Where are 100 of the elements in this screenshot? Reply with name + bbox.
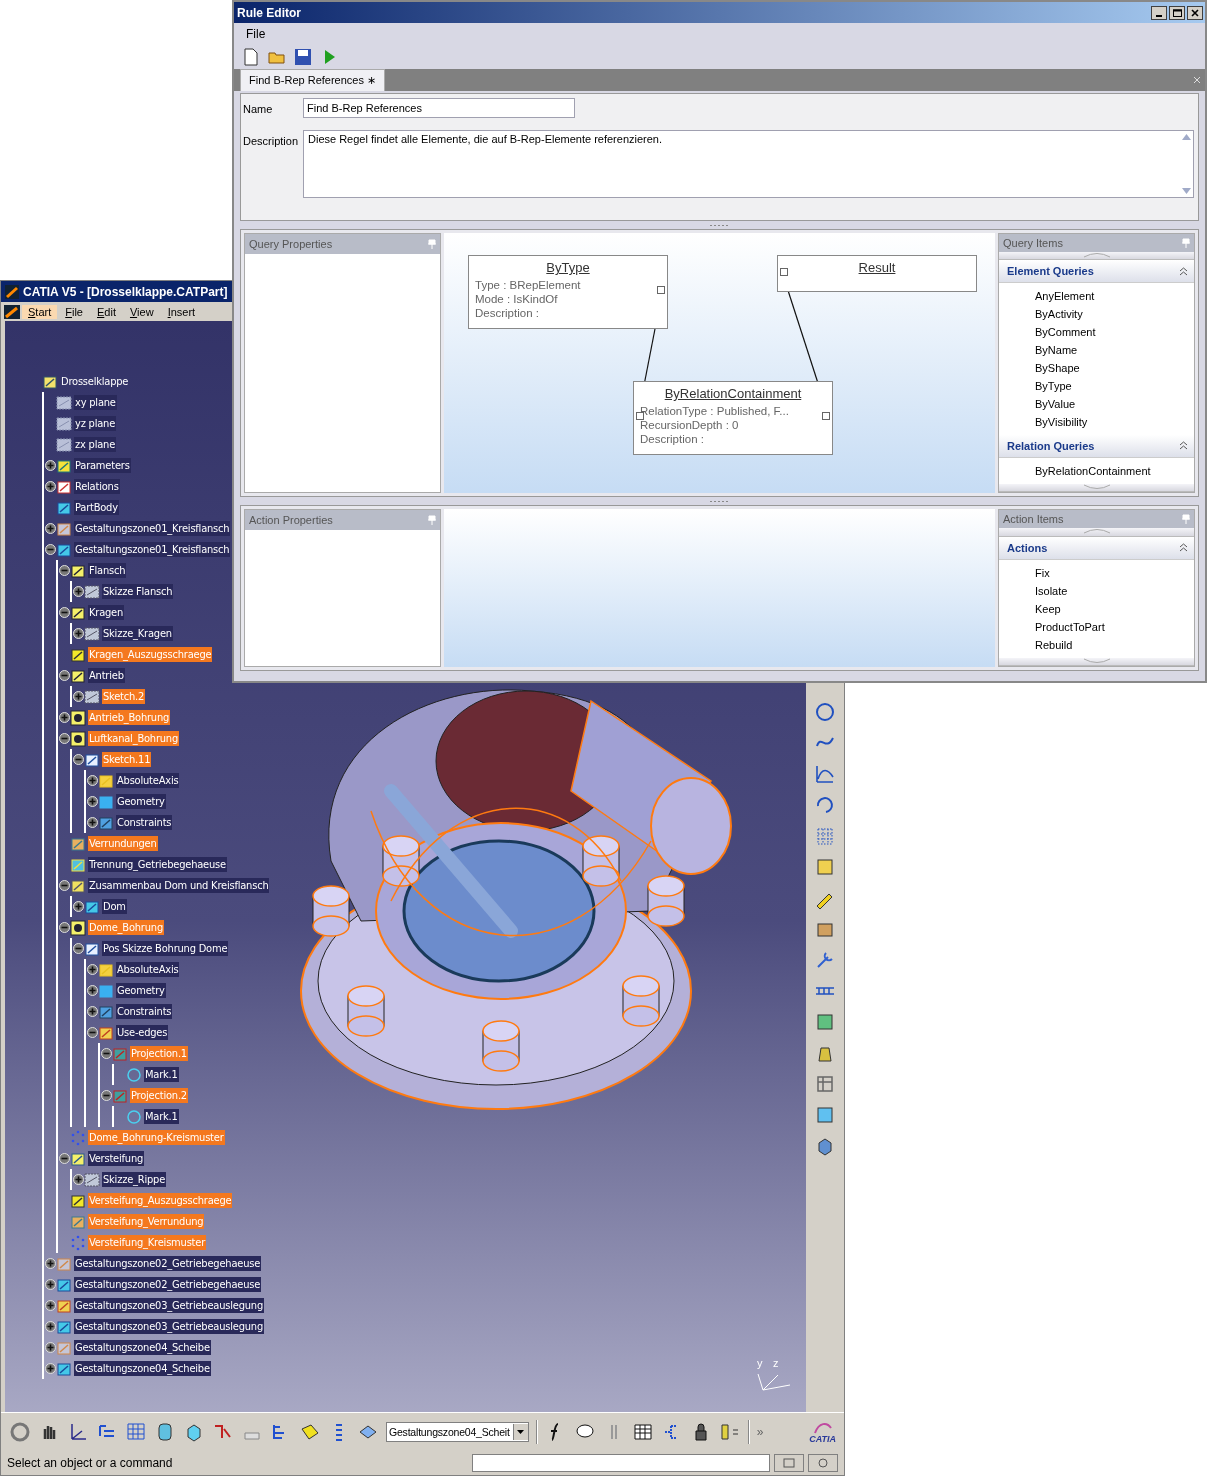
tree-item[interactable]: Relations bbox=[74, 479, 120, 494]
tree-item[interactable]: Dom bbox=[102, 899, 127, 914]
measure-icon[interactable] bbox=[814, 1011, 836, 1033]
status-button[interactable] bbox=[808, 1454, 838, 1472]
expand-toggle-icon[interactable] bbox=[72, 691, 84, 702]
palette-item[interactable]: ByActivity bbox=[1035, 305, 1194, 324]
collapse-toggle-icon[interactable] bbox=[86, 1027, 98, 1038]
tree-item[interactable]: Flansch bbox=[88, 563, 127, 578]
curve-icon[interactable] bbox=[814, 763, 836, 785]
collapse-chevron-icon[interactable] bbox=[1179, 543, 1188, 553]
tree-item[interactable]: Kragen bbox=[88, 605, 125, 620]
expand-toggle-icon[interactable] bbox=[86, 1006, 98, 1017]
scroll-grip-icon[interactable] bbox=[1081, 483, 1112, 490]
tree-item[interactable]: Mark.1 bbox=[144, 1109, 179, 1124]
connection-port[interactable] bbox=[822, 412, 830, 420]
menu-item[interactable]: Insert bbox=[161, 304, 202, 319]
tree-item[interactable]: Gestaltungszone01_Kreisflansch bbox=[74, 542, 231, 557]
swirl-icon[interactable] bbox=[9, 1421, 31, 1443]
splitter-grip-icon[interactable] bbox=[709, 223, 730, 227]
tree-item[interactable]: xy plane bbox=[74, 395, 117, 410]
tree-item[interactable]: Use-edges bbox=[116, 1025, 169, 1040]
expand-toggle-icon[interactable] bbox=[44, 1258, 56, 1269]
tree-item[interactable]: zx plane bbox=[74, 437, 117, 452]
collapse-chevron-icon[interactable] bbox=[1179, 266, 1188, 276]
tree-item[interactable]: AbsoluteAxis bbox=[116, 773, 180, 788]
tree-item[interactable]: Gestaltungszone03_Getriebeauslegung bbox=[74, 1319, 264, 1334]
menu-item[interactable]: File bbox=[242, 27, 270, 41]
collapse-toggle-icon[interactable] bbox=[58, 1153, 70, 1164]
tree-item[interactable]: Versteifung bbox=[88, 1151, 145, 1166]
expand-toggle-icon[interactable] bbox=[44, 523, 56, 534]
collapse-toggle-icon[interactable] bbox=[58, 670, 70, 681]
tree-item[interactable]: Gestaltungszone02_Getriebegehaeuse bbox=[74, 1256, 262, 1271]
palette-item[interactable]: ByValue bbox=[1035, 395, 1194, 414]
panel-icon[interactable] bbox=[814, 1104, 836, 1126]
table-icon[interactable] bbox=[631, 1421, 654, 1443]
body-dropdown[interactable]: Gestaltungszone04_Scheit bbox=[386, 1422, 529, 1442]
connection-port[interactable] bbox=[780, 268, 788, 276]
palette-item[interactable]: ByVisibility bbox=[1035, 413, 1194, 432]
tree-item[interactable]: Gestaltungszone02_Getriebegehaeuse bbox=[74, 1277, 262, 1292]
collapse-toggle-icon[interactable] bbox=[72, 943, 84, 954]
tree-item[interactable]: Geometry bbox=[116, 794, 166, 809]
query-node[interactable]: Result bbox=[777, 255, 977, 292]
palette-item[interactable]: ProductToPart bbox=[1035, 617, 1194, 636]
close-button[interactable] bbox=[1187, 5, 1203, 20]
query-node[interactable]: ByType Type : BRepElement Mode : IsKindOf Description : bbox=[468, 255, 668, 329]
tree-item[interactable]: Gestaltungszone04_Scheibe bbox=[74, 1340, 211, 1355]
palette-item[interactable]: Fix bbox=[1035, 563, 1194, 582]
grid-icon[interactable] bbox=[814, 825, 836, 847]
expand-toggle-icon[interactable] bbox=[44, 481, 56, 492]
collapse-toggle-icon[interactable] bbox=[58, 607, 70, 618]
tree-item[interactable]: Zusammenbau Dom und Kreisflansch bbox=[88, 878, 270, 893]
maximize-button[interactable] bbox=[1169, 5, 1185, 20]
expand-toggle-icon[interactable] bbox=[44, 1279, 56, 1290]
collapse-chevron-icon[interactable] bbox=[1179, 441, 1188, 451]
equation-icon[interactable] bbox=[718, 1421, 741, 1443]
name-field[interactable]: Find B-Rep References bbox=[303, 98, 575, 118]
menu-item[interactable]: File bbox=[59, 304, 89, 319]
sheet-icon[interactable] bbox=[814, 856, 836, 878]
save-icon[interactable] bbox=[292, 46, 314, 68]
tree-item[interactable]: Constraints bbox=[116, 815, 173, 830]
palette-item[interactable]: Isolate bbox=[1035, 581, 1194, 600]
menu-item[interactable]: View bbox=[123, 304, 160, 319]
group-header[interactable]: Element Queries bbox=[999, 260, 1194, 284]
scroll-grip-icon[interactable] bbox=[1081, 528, 1112, 535]
collapse-toggle-icon[interactable] bbox=[100, 1090, 112, 1101]
tree-item[interactable]: Parameters bbox=[74, 458, 131, 473]
grid-icon[interactable] bbox=[125, 1421, 147, 1443]
expand-toggle-icon[interactable] bbox=[44, 1342, 56, 1353]
expand-toggle-icon[interactable] bbox=[44, 1300, 56, 1311]
collapse-toggle-icon[interactable] bbox=[44, 544, 56, 555]
tree-item[interactable]: Gestaltungszone01_Kreisflansch bbox=[74, 521, 231, 536]
tree-item[interactable]: Gestaltungszone03_Getriebeauslegung bbox=[74, 1298, 264, 1313]
status-button[interactable] bbox=[774, 1454, 804, 1472]
expand-toggle-icon[interactable] bbox=[86, 985, 98, 996]
expand-toggle-icon[interactable] bbox=[72, 628, 84, 639]
scroll-grip-icon[interactable] bbox=[1081, 252, 1112, 259]
expand-toggle-icon[interactable] bbox=[86, 817, 98, 828]
tree-item[interactable]: Skizze Flansch bbox=[102, 584, 174, 599]
scroll-grip-icon[interactable] bbox=[1081, 657, 1112, 664]
splitter-grip-icon[interactable] bbox=[709, 499, 730, 503]
palette-item[interactable]: ByRelationContainment bbox=[1035, 461, 1194, 480]
palette-item[interactable]: AnyElement bbox=[1035, 287, 1194, 306]
palette-item[interactable]: ByName bbox=[1035, 341, 1194, 360]
editor-tab[interactable]: Find B-Rep References ∗ bbox=[240, 69, 385, 91]
expand-toggle-icon[interactable] bbox=[44, 1321, 56, 1332]
collapse-toggle-icon[interactable] bbox=[100, 1048, 112, 1059]
collapse-toggle-icon[interactable] bbox=[58, 733, 70, 744]
expand-toggle-icon[interactable] bbox=[72, 901, 84, 912]
tree-item[interactable]: Mark.1 bbox=[144, 1067, 179, 1082]
expand-toggle-icon[interactable] bbox=[86, 775, 98, 786]
expand-toggle-icon[interactable] bbox=[72, 1174, 84, 1185]
menu-item[interactable]: Start bbox=[22, 304, 58, 319]
palette-item[interactable]: ByType bbox=[1035, 377, 1194, 396]
tree-item[interactable]: Skizze_Kragen bbox=[102, 626, 173, 641]
tree-item[interactable]: Pos Skizze Bohrung Dome bbox=[102, 941, 229, 956]
tree-item[interactable]: AbsoluteAxis bbox=[116, 962, 180, 977]
expand-toggle-icon[interactable] bbox=[86, 964, 98, 975]
tree-item[interactable]: PartBody bbox=[74, 500, 119, 515]
command-input-field[interactable] bbox=[472, 1454, 770, 1472]
menu-item[interactable]: Edit bbox=[91, 304, 122, 319]
